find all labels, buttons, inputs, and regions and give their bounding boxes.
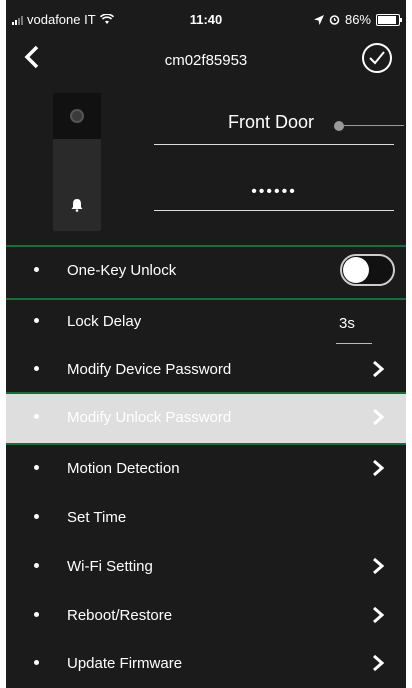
lock-delay-underline — [336, 343, 372, 344]
setting-reboot-restore[interactable]: Reboot/Restore — [6, 592, 406, 641]
setting-label: One-Key Unlock — [67, 262, 177, 279]
bullet-icon — [34, 612, 39, 617]
chevron-right-icon — [373, 459, 384, 477]
chevron-right-icon — [373, 654, 384, 672]
setting-label: Modify Unlock Password — [67, 409, 232, 426]
battery-percent: 86% — [344, 12, 371, 27]
setting-label: Set Time — [67, 509, 127, 526]
battery-icon — [376, 13, 402, 26]
setting-label: Modify Device Password — [67, 361, 232, 378]
setting-label: Update Firmware — [67, 655, 183, 672]
chevron-right-icon — [373, 606, 384, 624]
check-icon — [369, 51, 385, 65]
setting-label: Reboot/Restore — [67, 607, 173, 624]
slider-connector — [334, 121, 404, 131]
bell-icon — [71, 199, 83, 212]
device-password-field[interactable]: •••••• — [154, 183, 394, 201]
setting-label: Lock Delay — [67, 313, 142, 330]
one-key-unlock-toggle[interactable] — [340, 254, 395, 286]
setting-one-key-unlock: One-Key Unlock — [6, 247, 406, 296]
setting-wifi[interactable]: Wi-Fi Setting — [6, 543, 406, 592]
setting-label: Wi-Fi Setting — [67, 558, 153, 575]
setting-update-firmware[interactable]: Update Firmware — [6, 640, 406, 688]
doorbell-device-image — [53, 93, 101, 231]
divider — [154, 144, 394, 145]
chevron-right-icon — [373, 557, 384, 575]
status-bar: vodafone IT 11:40 86% — [6, 0, 406, 40]
app-screen: vodafone IT 11:40 86% cm02f85953 Front D… — [6, 0, 406, 688]
status-right: 86% — [313, 12, 402, 27]
chevron-right-icon — [373, 408, 384, 426]
bullet-icon — [34, 514, 39, 519]
bullet-icon — [34, 660, 39, 665]
nav-bar: cm02f85953 — [6, 40, 406, 80]
setting-motion-detection[interactable]: Motion Detection — [6, 445, 406, 494]
bullet-icon — [34, 267, 39, 272]
location-arrow-icon — [313, 14, 324, 25]
bullet-icon — [34, 465, 39, 470]
bullet-icon — [34, 563, 39, 568]
setting-label: Motion Detection — [67, 460, 180, 477]
setting-modify-unlock-password[interactable]: Modify Unlock Password — [6, 394, 406, 443]
bullet-icon — [34, 414, 39, 419]
alarm-icon — [329, 15, 340, 25]
bullet-icon — [34, 318, 39, 323]
setting-modify-device-password[interactable]: Modify Device Password — [6, 346, 406, 395]
chevron-right-icon — [373, 360, 384, 378]
setting-set-time[interactable]: Set Time — [6, 494, 406, 543]
lock-delay-value[interactable]: 3s — [339, 315, 355, 332]
camera-lens-icon — [70, 109, 84, 123]
confirm-button[interactable] — [362, 43, 392, 73]
toggle-knob — [343, 257, 369, 283]
bullet-icon — [34, 366, 39, 371]
divider — [154, 210, 394, 211]
page-title: cm02f85953 — [164, 52, 248, 69]
